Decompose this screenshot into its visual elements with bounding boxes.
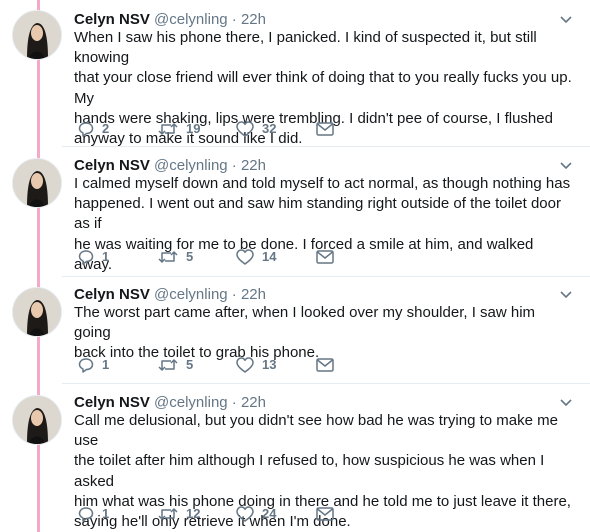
tweet-header: Celyn NSV @celynling · 22h	[74, 156, 266, 176]
envelope-icon	[316, 507, 334, 521]
user-handle[interactable]: @celynling	[154, 286, 228, 303]
retweet-icon	[158, 508, 178, 520]
envelope-icon	[316, 122, 334, 136]
like-button[interactable]: 13	[236, 356, 276, 374]
reply-button[interactable]: 1	[78, 356, 109, 374]
display-name[interactable]: Celyn NSV	[74, 394, 150, 411]
user-handle[interactable]: @celynling	[154, 11, 228, 28]
user-handle[interactable]: @celynling	[154, 157, 228, 174]
chevron-down-icon[interactable]	[558, 160, 574, 172]
like-count: 24	[262, 506, 277, 521]
like-button[interactable]: 14	[236, 248, 276, 266]
reply-count: 2	[102, 121, 110, 136]
direct-message-button[interactable]	[316, 120, 334, 138]
tweet-divider	[62, 276, 590, 277]
reply-icon	[78, 250, 94, 265]
reply-icon	[78, 358, 94, 373]
reply-count: 1	[102, 506, 110, 521]
retweet-button[interactable]: 5	[158, 248, 193, 266]
user-handle[interactable]: @celynling	[154, 394, 228, 411]
retweet-icon	[158, 359, 178, 371]
direct-message-button[interactable]	[316, 356, 334, 374]
heart-icon	[236, 249, 254, 265]
reply-button[interactable]: 2	[78, 120, 109, 138]
timestamp[interactable]: 22h	[241, 394, 266, 411]
chevron-down-icon[interactable]	[558, 14, 574, 26]
retweet-icon	[158, 123, 178, 135]
direct-message-button[interactable]	[316, 248, 334, 266]
timestamp[interactable]: 22h	[241, 11, 266, 28]
separator-dot: ·	[231, 394, 237, 411]
avatar[interactable]	[12, 10, 62, 60]
heart-icon	[236, 357, 254, 373]
thread-connector-line	[37, 0, 40, 532]
avatar[interactable]	[12, 395, 62, 445]
reply-button[interactable]: 1	[78, 505, 109, 523]
tweet-text: The worst part came after, when I looked…	[74, 304, 536, 362]
tweet-divider	[62, 383, 590, 384]
heart-icon	[236, 121, 254, 137]
chevron-down-icon[interactable]	[558, 289, 574, 301]
display-name[interactable]: Celyn NSV	[74, 11, 150, 28]
avatar[interactable]	[12, 158, 62, 208]
retweet-count: 5	[186, 249, 194, 264]
separator-dot: ·	[231, 157, 237, 174]
tweet-header: Celyn NSV @celynling · 22h	[74, 10, 266, 30]
retweet-button[interactable]: 12	[158, 505, 200, 523]
reply-button[interactable]: 1	[78, 248, 109, 266]
like-count: 14	[262, 249, 277, 264]
retweet-count: 19	[186, 121, 201, 136]
retweet-count: 5	[186, 357, 194, 372]
envelope-icon	[316, 250, 334, 264]
tweet-divider	[62, 146, 590, 147]
tweet-header: Celyn NSV @celynling · 22h	[74, 393, 266, 413]
reply-count: 1	[102, 357, 110, 372]
like-count: 32	[262, 121, 277, 136]
avatar[interactable]	[12, 287, 62, 337]
retweet-button[interactable]: 19	[158, 120, 200, 138]
retweet-count: 12	[186, 506, 201, 521]
reply-icon	[78, 507, 94, 522]
direct-message-button[interactable]	[316, 505, 334, 523]
like-button[interactable]: 32	[236, 120, 276, 138]
tweet-header: Celyn NSV @celynling · 22h	[74, 285, 266, 305]
retweet-icon	[158, 251, 178, 263]
envelope-icon	[316, 358, 334, 372]
like-button[interactable]: 24	[236, 505, 276, 523]
display-name[interactable]: Celyn NSV	[74, 157, 150, 174]
reply-icon	[78, 122, 94, 137]
heart-icon	[236, 506, 254, 522]
display-name[interactable]: Celyn NSV	[74, 286, 150, 303]
reply-count: 1	[102, 249, 110, 264]
separator-dot: ·	[231, 11, 237, 28]
like-count: 13	[262, 357, 277, 372]
timestamp[interactable]: 22h	[241, 157, 266, 174]
retweet-button[interactable]: 5	[158, 356, 193, 374]
separator-dot: ·	[231, 286, 237, 303]
timestamp[interactable]: 22h	[241, 286, 266, 303]
chevron-down-icon[interactable]	[558, 397, 574, 409]
